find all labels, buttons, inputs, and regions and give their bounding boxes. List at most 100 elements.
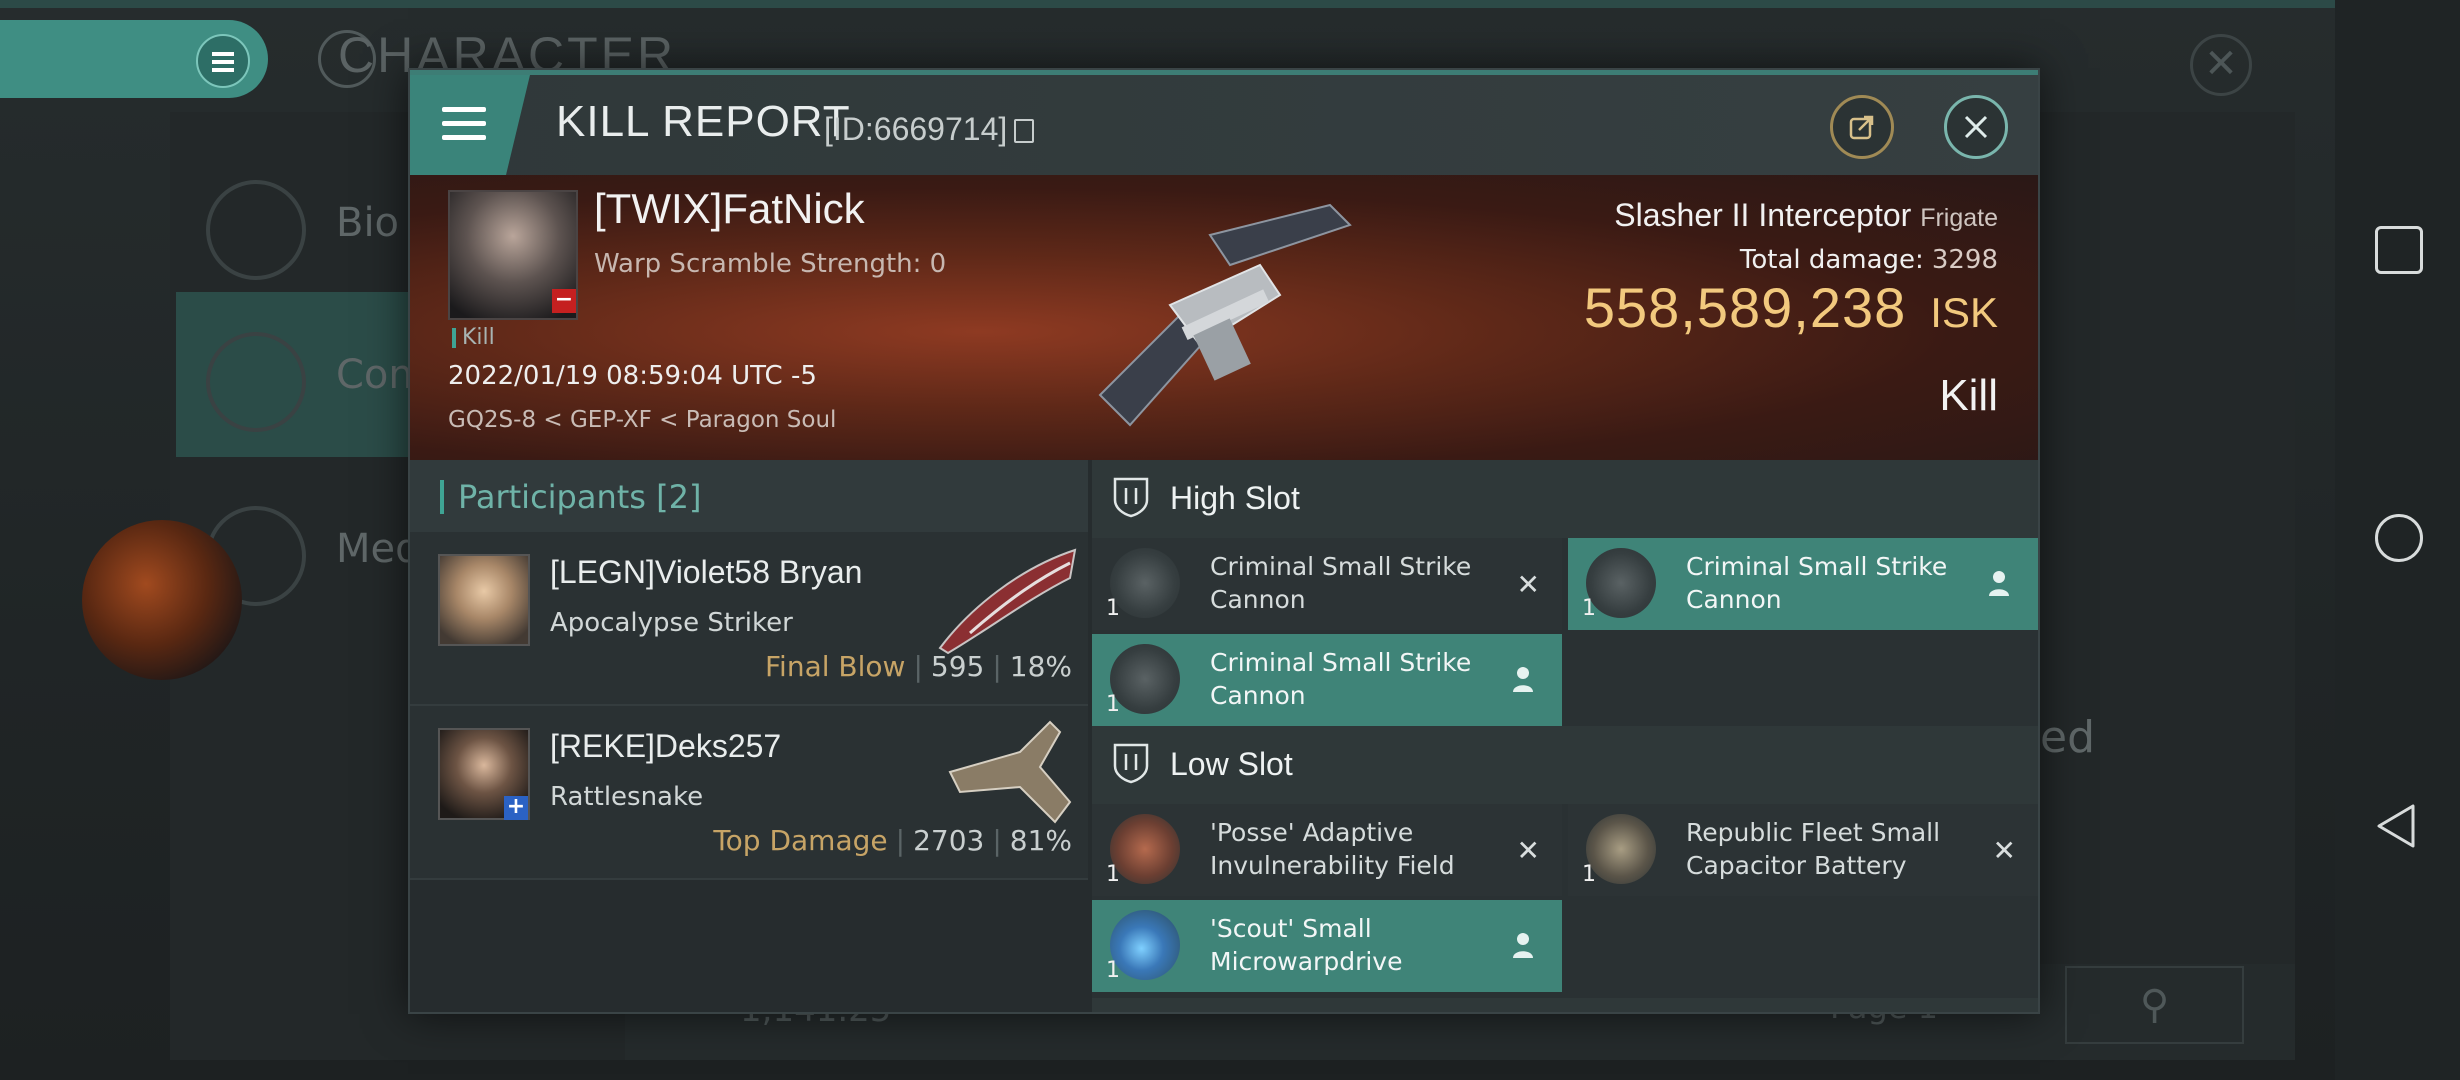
participant-row[interactable]: + [REKE]Deks257 Rattlesnake Top Damage | 2… <box>410 706 1088 880</box>
module-quantity: 1 <box>1106 692 1120 717</box>
module-name: Criminal Small Strike Cannon <box>1686 552 1948 614</box>
isk-value: 558,589,238 <box>1583 276 1907 339</box>
participant-name: [REKE]Deks257 <box>550 728 782 764</box>
modal-header: KILL REPORT [ID:6669714] <box>410 75 2038 175</box>
ship-type: Slasher II Interceptor <box>1614 197 1912 233</box>
modal-close-button[interactable] <box>1944 95 2008 159</box>
header-accent-bar <box>440 480 444 514</box>
screen-close-button[interactable]: ✕ <box>2190 34 2252 96</box>
module-quantity: 1 <box>1582 596 1596 621</box>
back-triangle-icon <box>2377 804 2415 848</box>
filter-icon: ⚲ <box>2139 982 2170 1028</box>
module-name: 'Posse' Adaptive Invulnerability Field <box>1210 818 1455 880</box>
dropped-person-icon <box>1513 933 1533 958</box>
destroyed-x-icon: ✕ <box>1516 568 1540 601</box>
high-slot-icon <box>1113 477 1149 518</box>
participant-stats: Top Damage | 2703 | 81% <box>713 824 1072 857</box>
kill-report-modal: KILL REPORT [ID:6669714] − [TWIX]FatNick… <box>408 68 2040 1014</box>
participant-ship-image <box>938 548 1077 655</box>
capacitor-battery-icon <box>1586 814 1656 884</box>
module-quantity: 1 <box>1106 596 1120 621</box>
kill-date: 2022/01/19 08:59:04 UTC -5 <box>448 361 817 391</box>
player-avatar[interactable] <box>82 520 242 680</box>
back-button[interactable] <box>2371 800 2423 852</box>
kill-location[interactable]: GQ2S-8 < GEP-XF < Paragon Soul <box>448 407 836 433</box>
strike-cannon-icon <box>1586 548 1656 618</box>
crossed-swords-icon <box>206 332 306 432</box>
total-damage-value: 3298 <box>1931 245 1998 275</box>
final-blow-tag: Final Blow <box>764 650 906 683</box>
module-name: Criminal Small Strike Cannon <box>1210 648 1472 710</box>
home-button[interactable] <box>2375 514 2423 562</box>
participant-ship: Rattlesnake <box>550 782 704 812</box>
participant-damage: 595 <box>930 650 985 683</box>
shield-module-icon <box>1110 814 1180 884</box>
module-name: Republic Fleet Small Capacitor Battery <box>1686 818 1941 880</box>
destroyed-x-icon: ✕ <box>1516 834 1540 867</box>
victim-name[interactable]: [TWIX]FatNick <box>594 185 865 233</box>
destroyed-x-icon: ✕ <box>1992 834 2016 867</box>
low-slot-header: Low Slot <box>1092 726 2038 804</box>
module-quantity: 1 <box>1582 862 1596 887</box>
recents-button[interactable] <box>2375 226 2423 274</box>
module-name: 'Scout' Small Microwarpdrive <box>1210 914 1403 976</box>
sidebar-item-label: Bio <box>336 200 400 246</box>
module-quantity: 1 <box>1106 862 1120 887</box>
filter-button[interactable]: ⚲ <box>2065 966 2244 1044</box>
strike-cannon-icon <box>1110 644 1180 714</box>
total-damage: Total damage: 3298 <box>1740 245 1998 275</box>
hamburger-icon <box>196 34 250 88</box>
modal-menu-button[interactable] <box>410 75 530 175</box>
standing-positive-icon: + <box>504 796 528 820</box>
warp-scramble-strength: Warp Scramble Strength: 0 <box>594 249 947 279</box>
total-damage-label: Total damage: <box>1739 245 1924 275</box>
strike-cannon-icon <box>1110 548 1180 618</box>
copy-icon[interactable] <box>1014 119 1034 143</box>
participant-portrait <box>438 554 530 646</box>
participants-panel: Participants [2] [LEGN]Violet58 Bryan Ap… <box>410 460 1088 1012</box>
top-damage-tag: Top Damage <box>713 824 888 857</box>
participant-percent: 81% <box>1009 824 1072 857</box>
victim-ship-image <box>1098 203 1352 427</box>
system-nav-bar <box>2335 0 2460 1080</box>
result-label: Kill <box>1939 371 1998 420</box>
microwarpdrive-icon <box>1110 910 1180 980</box>
module-name: Criminal Small Strike Cannon <box>1210 552 1472 614</box>
export-icon <box>1849 115 1874 140</box>
participants-header: Participants [2] <box>410 460 1088 532</box>
participant-ship-image <box>948 720 1072 824</box>
main-menu-button[interactable] <box>0 20 268 98</box>
participant-damage: 2703 <box>913 824 985 857</box>
victim-banner: − [TWIX]FatNick Warp Scramble Strength: … <box>410 175 2038 460</box>
standing-negative-icon: − <box>552 289 576 313</box>
share-button[interactable] <box>1830 95 1894 159</box>
ship-class: Frigate <box>1920 204 1998 232</box>
ship-name[interactable]: Slasher II Interceptor Frigate <box>1614 197 1998 234</box>
participant-percent: 18% <box>1009 650 1072 683</box>
participants-title: Participants [2] <box>458 478 702 516</box>
dropped-person-icon <box>1513 667 1533 692</box>
module-item[interactable]: 1 Criminal Small Strike Cannon <box>1092 634 1562 726</box>
module-quantity: 1 <box>1106 958 1120 983</box>
module-item[interactable]: 1 'Posse' Adaptive Invulnerability Field… <box>1092 804 1562 896</box>
high-slot-header: High Slot <box>1092 460 2038 538</box>
kill-id: [ID:6669714] <box>824 111 1008 147</box>
modal-title: KILL REPORT <box>556 97 851 146</box>
participant-row[interactable]: [LEGN]Violet58 Bryan Apocalypse Striker … <box>410 532 1088 706</box>
fittings-panel: High Slot 1 Criminal Small Strike Cannon… <box>1092 460 2038 1012</box>
participant-name: [LEGN]Violet58 Bryan <box>550 554 863 590</box>
participant-ship: Apocalypse Striker <box>550 608 793 638</box>
high-slot-title: High Slot <box>1170 480 1300 516</box>
dropped-person-icon <box>1989 571 2009 596</box>
kill-tag: Kill <box>452 325 495 350</box>
next-slot-header-peek <box>1092 998 2038 1012</box>
module-item[interactable]: 1 Republic Fleet Small Capacitor Battery… <box>1568 804 2038 896</box>
module-item[interactable]: 1 Criminal Small Strike Cannon <box>1568 538 2038 630</box>
participant-stats: Final Blow | 595 | 18% <box>764 650 1072 683</box>
low-slot-title: Low Slot <box>1170 746 1293 782</box>
module-item[interactable]: 1 Criminal Small Strike Cannon ✕ <box>1092 538 1562 630</box>
close-icon <box>1964 115 1988 139</box>
module-item[interactable]: 1 'Scout' Small Microwarpdrive <box>1092 900 1562 992</box>
bio-icon <box>206 180 306 280</box>
low-slot-icon <box>1113 743 1149 784</box>
